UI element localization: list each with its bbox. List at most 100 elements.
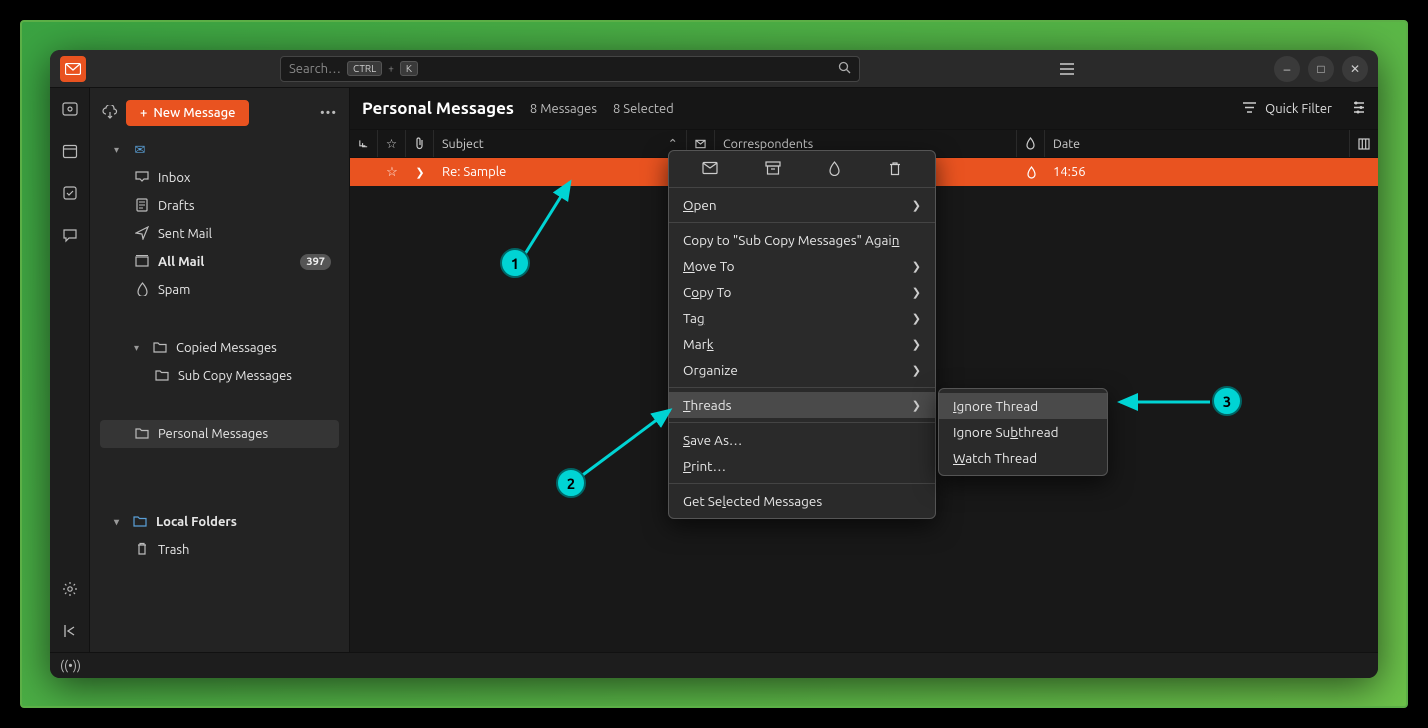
threads-submenu: Ignore Thread Ignore Subthread Watch Thr…: [938, 388, 1108, 476]
ctx-tag[interactable]: Tag❯: [669, 305, 935, 331]
folder-spam[interactable]: Spam: [100, 276, 339, 304]
chat-space-icon[interactable]: [61, 226, 79, 244]
col-picker[interactable]: [1350, 130, 1378, 157]
settings-icon[interactable]: [61, 580, 79, 598]
folder-label: Spam: [158, 283, 190, 297]
maximize-button[interactable]: □: [1308, 56, 1334, 82]
expand-thread[interactable]: ❯: [406, 166, 434, 179]
col-spam[interactable]: [1017, 130, 1045, 157]
local-folders[interactable]: ▾ Local Folders: [100, 508, 339, 536]
ctx-delete-icon[interactable]: [888, 161, 902, 179]
app-icon[interactable]: [60, 56, 86, 82]
col-corr-label: Correspondents: [723, 137, 813, 151]
ctx-junk-icon[interactable]: [828, 161, 841, 179]
allmail-icon: [134, 255, 150, 270]
row-date: 14:56: [1045, 165, 1350, 179]
col-star[interactable]: ☆: [378, 130, 406, 157]
ctx-save-as[interactable]: Save As…: [669, 427, 935, 453]
context-menu: Open❯ Copy to "Sub Copy Messages" Again …: [668, 150, 936, 519]
col-thread[interactable]: [350, 130, 378, 157]
folder-pane: + New Message ••• ▾ ✉ Inbox Drafts: [90, 88, 350, 652]
unread-badge: 397: [300, 254, 331, 270]
annotation-marker-1: 1: [500, 248, 530, 278]
inbox-icon: [134, 171, 150, 186]
spam-icon: [134, 282, 150, 299]
folder-trash[interactable]: Trash: [100, 536, 339, 564]
folder-sub-copy[interactable]: Sub Copy Messages: [100, 362, 339, 390]
ctx-print[interactable]: Print…: [669, 453, 935, 479]
new-message-label: New Message: [153, 106, 235, 120]
folder-personal-messages[interactable]: Personal Messages: [100, 420, 339, 448]
spaces-rail: [50, 88, 90, 652]
get-messages-icon[interactable]: [102, 105, 118, 122]
folder-pane-menu[interactable]: •••: [320, 106, 337, 120]
folder-icon: [152, 341, 168, 356]
col-subject[interactable]: Subject ⌃: [434, 130, 687, 157]
plus-icon: +: [140, 106, 147, 120]
folder-label: Drafts: [158, 199, 194, 213]
folder-label: Personal Messages: [158, 427, 268, 441]
sent-icon: [134, 226, 150, 243]
col-date[interactable]: Date: [1045, 130, 1350, 157]
submenu-ignore-thread[interactable]: Ignore Thread: [939, 393, 1107, 419]
ctx-threads[interactable]: Threads❯: [669, 392, 935, 418]
star-toggle[interactable]: ☆: [378, 165, 406, 180]
col-subject-label: Subject: [442, 137, 484, 151]
kbd-plus: +: [388, 63, 394, 74]
quickfilter-icon[interactable]: [1242, 101, 1257, 117]
folder-sent[interactable]: Sent Mail: [100, 220, 339, 248]
row-subject: Re: Sample: [434, 165, 687, 179]
app-menu-button[interactable]: [1054, 56, 1080, 82]
tasks-space-icon[interactable]: [61, 184, 79, 202]
folder-icon: [154, 369, 170, 384]
global-search[interactable]: Search… CTRL + K: [280, 56, 860, 82]
submenu-ignore-subthread[interactable]: Ignore Subthread: [939, 419, 1107, 445]
kbd-ctrl: CTRL: [347, 61, 382, 76]
minimize-button[interactable]: ‒: [1274, 56, 1300, 82]
folder-copied-messages[interactable]: ▾ Copied Messages: [100, 334, 339, 362]
chevron-down-icon: ▾: [114, 144, 124, 156]
account-row[interactable]: ▾ ✉: [100, 136, 339, 164]
ctx-mark[interactable]: Mark❯: [669, 331, 935, 357]
ctx-open[interactable]: Open❯: [669, 192, 935, 218]
quickfilter-label[interactable]: Quick Filter: [1265, 102, 1332, 116]
ctx-archive-icon[interactable]: [765, 161, 781, 179]
ctx-mark-unread-icon[interactable]: [702, 161, 718, 179]
folder-label: Sent Mail: [158, 227, 212, 241]
folder-icon: [132, 515, 148, 530]
folder-label: Trash: [158, 543, 189, 557]
titlebar: Search… CTRL + K ‒ □ ✕: [50, 50, 1378, 88]
calendar-space-icon[interactable]: [61, 142, 79, 160]
window-controls: ‒ □ ✕: [1274, 56, 1368, 82]
account-mail-icon: ✉: [132, 143, 148, 158]
new-message-button[interactable]: + New Message: [126, 100, 249, 126]
folder-inbox[interactable]: Inbox: [100, 164, 339, 192]
display-options-icon[interactable]: [1352, 101, 1366, 117]
ctx-copy-again[interactable]: Copy to "Sub Copy Messages" Again: [669, 227, 935, 253]
chevron-down-icon: ▾: [114, 516, 124, 528]
folder-all-mail[interactable]: All Mail 397: [100, 248, 339, 276]
folder-title: Personal Messages: [362, 99, 514, 118]
collapse-rail-icon[interactable]: [61, 622, 79, 640]
folder-drafts[interactable]: Drafts: [100, 192, 339, 220]
ctx-copy-to[interactable]: Copy To❯: [669, 279, 935, 305]
col-attachment[interactable]: [406, 130, 434, 157]
annotation-marker-2: 2: [556, 468, 586, 498]
status-bar: ((•)): [50, 652, 1378, 678]
submenu-watch-thread[interactable]: Watch Thread: [939, 445, 1107, 471]
ctx-move-to[interactable]: Move To❯: [669, 253, 935, 279]
col-date-label: Date: [1053, 137, 1080, 151]
selected-count: 8 Selected: [613, 102, 674, 116]
mail-space-icon[interactable]: [61, 100, 79, 118]
folder-label: Sub Copy Messages: [178, 369, 292, 383]
trash-icon: [134, 542, 150, 559]
close-button[interactable]: ✕: [1342, 56, 1368, 82]
ctx-get-selected[interactable]: Get Selected Messages: [669, 488, 935, 514]
kbd-k: K: [400, 61, 418, 76]
search-placeholder: Search…: [289, 62, 341, 76]
message-count: 8 Messages: [530, 102, 597, 116]
folder-label: Local Folders: [156, 515, 237, 529]
ctx-organize[interactable]: Organize❯: [669, 357, 935, 383]
online-status-icon[interactable]: ((•)): [60, 659, 81, 673]
row-spam-icon: [1017, 166, 1045, 179]
